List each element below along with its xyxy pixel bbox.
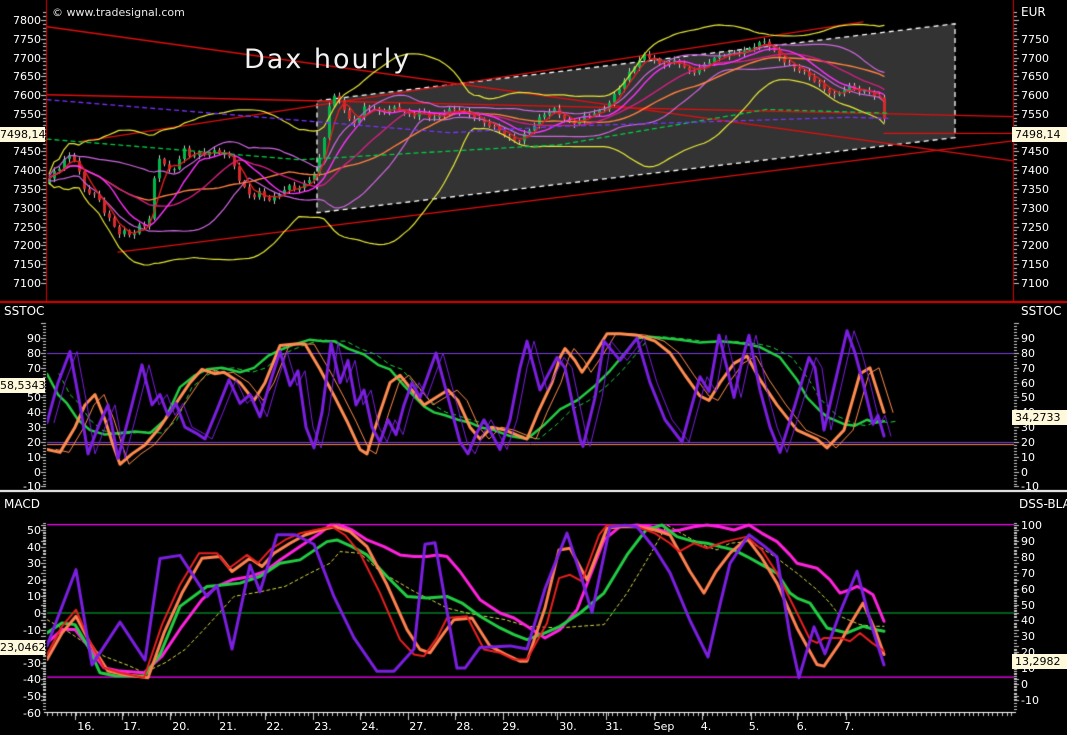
sstoc-axis-right[interactable] [1014,303,1067,490]
tradesignal-chart-window: © www.tradesignal.com Dax hourly EUR SST… [0,0,1067,735]
macd-value-box-left: 23,0462 [0,640,45,655]
sstoc-value-box-right: 34,2733 [1012,410,1067,425]
price-value-box-right: 7498,14 [1012,127,1067,142]
macd-axis-left[interactable] [0,493,46,712]
price-value-box-left: 7498,14 [0,127,45,142]
sstoc-axis-left[interactable] [0,303,46,490]
axis-labels-layer: 7800775077007650760075507500745074007350… [0,0,1067,735]
sstoc-value-box-left: 58,5343 [0,378,45,393]
date-axis[interactable] [0,712,1067,735]
macd-value-box-right: 13,2982 [1012,654,1067,669]
dss-axis-right[interactable] [1014,493,1067,712]
price-axis-left[interactable] [0,0,46,302]
price-axis-right[interactable] [1014,0,1067,302]
